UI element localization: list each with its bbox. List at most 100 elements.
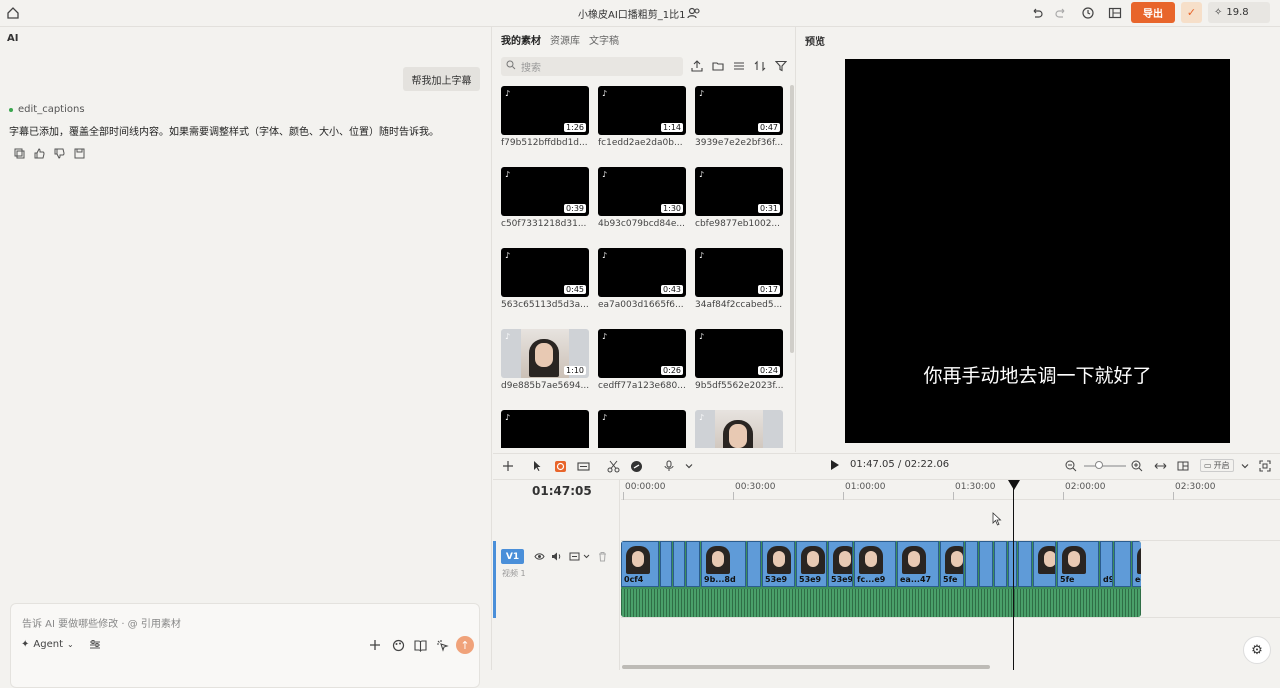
material-card[interactable]: ♪ 0:39 c50f7331218d31...: [501, 167, 589, 229]
filter-icon[interactable]: [774, 59, 787, 72]
eye-icon[interactable]: [534, 551, 545, 562]
redo-icon[interactable]: [1053, 5, 1069, 21]
material-card[interactable]: ♪ 1:26 f79b512bffdbd1d...: [501, 86, 589, 148]
materials-scrollbar[interactable]: [790, 85, 794, 353]
check-icon[interactable]: ✓: [1181, 2, 1202, 23]
credits-badge[interactable]: ✧ 19.8: [1208, 2, 1270, 23]
material-card[interactable]: ♪ 0:31 cbfe9877eb1002...: [695, 167, 783, 229]
bug-report-icon[interactable]: ⚙: [1243, 636, 1271, 664]
material-card[interactable]: ♪ 1:14 fc1edd2ae2da0b...: [598, 86, 686, 148]
track-badge[interactable]: V1: [501, 549, 524, 564]
video-clip[interactable]: [994, 541, 1007, 587]
tab-my-materials[interactable]: 我的素材: [501, 32, 541, 47]
playhead[interactable]: [1013, 480, 1014, 670]
material-card[interactable]: ♪: [695, 410, 783, 448]
palette-icon[interactable]: [391, 638, 405, 652]
volume-icon[interactable]: [551, 551, 562, 562]
search-input[interactable]: 搜索: [501, 57, 683, 76]
material-card[interactable]: ♪ 1:30 4b93c079bcd84e...: [598, 167, 686, 229]
fit-width-icon[interactable]: [1153, 459, 1167, 473]
ai-input-placeholder[interactable]: 告诉 AI 要做哪些修改 · @ 引用素材: [22, 615, 181, 630]
video-clip[interactable]: fc...e9: [854, 541, 896, 587]
ai-input-box[interactable]: 告诉 AI 要做哪些修改 · @ 引用素材 ✦ Agent ⌄ ↑: [10, 603, 480, 688]
play-icon[interactable]: [829, 458, 841, 472]
material-thumbnail[interactable]: ♪: [598, 410, 686, 448]
caption-toggle[interactable]: ▭ 开启: [1200, 459, 1234, 472]
playhead-handle[interactable]: [1008, 480, 1020, 490]
material-card[interactable]: ♪ 0:47 3939e7e2e2bf36f...: [695, 86, 783, 148]
chevron-down-icon[interactable]: [1238, 459, 1252, 473]
collaborators-icon[interactable]: [687, 6, 701, 20]
video-clip[interactable]: 9b...8d: [701, 541, 746, 587]
zoom-slider-handle[interactable]: [1095, 461, 1103, 469]
magic-cursor-icon[interactable]: [435, 638, 449, 652]
settings-sliders-icon[interactable]: [89, 639, 101, 651]
material-thumbnail[interactable]: ♪ 0:26: [598, 329, 686, 378]
material-thumbnail[interactable]: ♪: [695, 410, 783, 448]
material-thumbnail[interactable]: ♪ 0:17: [695, 248, 783, 297]
video-clip[interactable]: [1018, 541, 1032, 587]
video-clip[interactable]: [660, 541, 672, 587]
zoom-out-icon[interactable]: [1064, 459, 1078, 473]
video-clip[interactable]: 53e9: [762, 541, 795, 587]
add-icon[interactable]: [501, 459, 515, 473]
zoom-in-icon[interactable]: [1130, 459, 1144, 473]
material-thumbnail[interactable]: ♪ 0:47: [695, 86, 783, 135]
time-ruler[interactable]: 00:00:00 00:30:00 01:00:00 01:30:00 02:00:00…: [621, 480, 1280, 500]
list-icon[interactable]: [732, 59, 745, 72]
video-clip[interactable]: d9...fe: [1100, 541, 1113, 587]
material-thumbnail[interactable]: ♪ 1:10: [501, 329, 589, 378]
video-clip[interactable]: 0cf4: [621, 541, 659, 587]
folder-icon[interactable]: [711, 59, 724, 72]
video-clip[interactable]: 5fe: [1057, 541, 1099, 587]
timeline-scrollbar[interactable]: [622, 665, 990, 669]
agent-selector[interactable]: ✦ Agent ⌄: [21, 639, 74, 650]
material-card[interactable]: ♪: [598, 410, 686, 448]
material-card[interactable]: ♪ 0:45 563c65113d5d3a...: [501, 248, 589, 310]
layout-icon[interactable]: [1107, 5, 1123, 21]
select-cursor-icon[interactable]: [530, 459, 544, 473]
video-clip[interactable]: [965, 541, 978, 587]
magnet-icon[interactable]: [553, 459, 567, 473]
caption-track-icon[interactable]: [576, 459, 590, 473]
zoom-slider[interactable]: [1084, 465, 1126, 467]
material-thumbnail[interactable]: ♪ 0:45: [501, 248, 589, 297]
upload-icon[interactable]: [690, 59, 703, 72]
video-clip[interactable]: [673, 541, 685, 587]
save-icon[interactable]: [73, 147, 85, 159]
material-card[interactable]: ♪ 0:17 34af84f2ccabed5...: [695, 248, 783, 310]
video-clip[interactable]: ea...47: [897, 541, 939, 587]
video-clip[interactable]: 53e9: [828, 541, 853, 587]
caption-text[interactable]: 你再手动地去调一下就好了: [845, 361, 1230, 388]
video-clip[interactable]: [1033, 541, 1056, 587]
material-thumbnail[interactable]: ♪: [501, 410, 589, 448]
video-clip[interactable]: [747, 541, 761, 587]
chevron-down-icon[interactable]: [581, 551, 592, 562]
undo-icon[interactable]: [1029, 5, 1045, 21]
material-thumbnail[interactable]: ♪ 1:26: [501, 86, 589, 135]
plus-icon[interactable]: [368, 638, 382, 652]
caption-icon[interactable]: [569, 551, 580, 562]
video-clip[interactable]: ed37: [1132, 541, 1141, 587]
material-card[interactable]: ♪ 0:43 ea7a003d1665f6...: [598, 248, 686, 310]
video-clip[interactable]: [979, 541, 993, 587]
tab-library[interactable]: 资源库: [550, 32, 580, 47]
thumbs-up-icon[interactable]: [33, 147, 45, 159]
material-card[interactable]: ♪: [501, 410, 589, 448]
material-thumbnail[interactable]: ♪ 1:30: [598, 167, 686, 216]
sort-icon[interactable]: [753, 59, 766, 72]
tab-transcript[interactable]: 文字稿: [589, 32, 619, 47]
copy-icon[interactable]: [13, 147, 25, 159]
material-card[interactable]: ♪ 0:24 9b5df5562e2023f...: [695, 329, 783, 391]
video-clip[interactable]: 53e9: [796, 541, 827, 587]
history-icon[interactable]: [1080, 5, 1096, 21]
panel-icon[interactable]: [1176, 459, 1190, 473]
book-icon[interactable]: [413, 638, 427, 652]
trash-icon[interactable]: [597, 551, 608, 562]
material-card[interactable]: ♪ 1:10 d9e885b7ae5694...: [501, 329, 589, 391]
microphone-icon[interactable]: [662, 459, 676, 473]
send-button[interactable]: ↑: [456, 636, 474, 654]
material-thumbnail[interactable]: ♪ 1:14: [598, 86, 686, 135]
video-clip[interactable]: [686, 541, 700, 587]
video-clip[interactable]: [1114, 541, 1131, 587]
